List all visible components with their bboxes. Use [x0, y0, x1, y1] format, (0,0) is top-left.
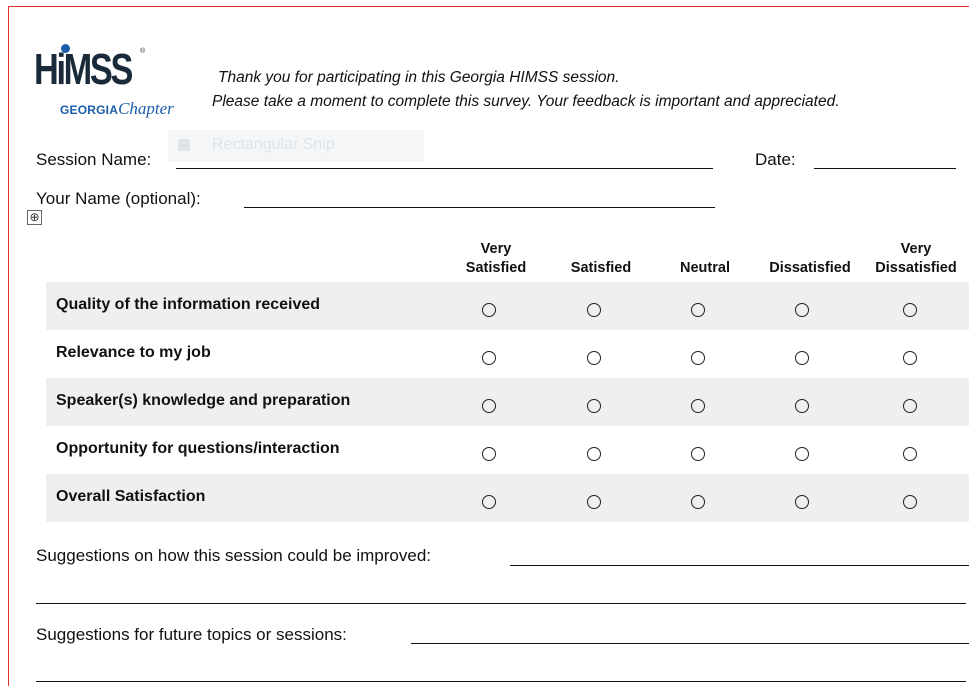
- header-dissatisfied: Dissatisfied: [769, 260, 851, 276]
- radio-satisfied[interactable]: [587, 447, 601, 461]
- question-label: Quality of the information received: [56, 296, 321, 313]
- radio-very-satisfied[interactable]: [482, 447, 496, 461]
- logo-dot: [61, 44, 70, 53]
- suggestions-future-label: Suggestions for future topics or session…: [36, 625, 347, 644]
- table-move-handle-icon[interactable]: ⊕: [27, 210, 42, 225]
- your-name-label: Your Name (optional):: [36, 189, 201, 208]
- question-row: Opportunity for questions/interaction: [46, 426, 969, 474]
- radio-dissatisfied[interactable]: [795, 303, 809, 317]
- question-row: Overall Satisfaction: [46, 474, 969, 522]
- radio-dissatisfied[interactable]: [795, 447, 809, 461]
- suggestions-improve-field-line-2[interactable]: [36, 603, 966, 604]
- radio-very-satisfied[interactable]: [482, 303, 496, 317]
- question-label: Opportunity for questions/interaction: [56, 440, 340, 457]
- header-very-satisfied: Very Satisfied: [465, 241, 527, 276]
- radio-very-satisfied[interactable]: [482, 399, 496, 413]
- snip-label: Rectangular Snip: [212, 136, 335, 153]
- question-label: Relevance to my job: [56, 344, 211, 361]
- radio-neutral[interactable]: [691, 495, 705, 509]
- question-row: Relevance to my job: [46, 330, 969, 378]
- radio-dissatisfied[interactable]: [795, 495, 809, 509]
- logo-chapter: Chapter: [118, 99, 174, 118]
- session-name-label: Session Name:: [36, 150, 152, 169]
- session-name-field[interactable]: [176, 168, 713, 169]
- snip-icon: [178, 139, 190, 151]
- radio-very-dissatisfied[interactable]: [903, 399, 917, 413]
- radio-satisfied[interactable]: [587, 303, 601, 317]
- intro-line-2: Please take a moment to complete this su…: [212, 93, 840, 110]
- suggestions-future-field-line-2[interactable]: [36, 681, 966, 682]
- radio-neutral[interactable]: [691, 399, 705, 413]
- question-label: Speaker(s) knowledge and preparation: [56, 392, 351, 409]
- radio-very-dissatisfied[interactable]: [903, 495, 917, 509]
- date-field[interactable]: [814, 168, 956, 169]
- your-name-field[interactable]: [244, 207, 715, 208]
- logo-trademark: ®: [140, 48, 146, 55]
- radio-very-dissatisfied[interactable]: [903, 447, 917, 461]
- radio-very-dissatisfied[interactable]: [903, 303, 917, 317]
- logo-wordmark: HiMSS: [34, 45, 133, 94]
- radio-very-dissatisfied[interactable]: [903, 351, 917, 365]
- date-label: Date:: [755, 150, 796, 169]
- suggestions-improve-label: Suggestions on how this session could be…: [36, 546, 432, 565]
- rectangular-snip-tooltip[interactable]: Rectangular Snip: [168, 130, 424, 162]
- question-row: Speaker(s) knowledge and preparation: [46, 378, 969, 426]
- radio-neutral[interactable]: [691, 447, 705, 461]
- header-satisfied: Satisfied: [570, 260, 632, 276]
- radio-very-satisfied[interactable]: [482, 495, 496, 509]
- radio-neutral[interactable]: [691, 351, 705, 365]
- radio-satisfied[interactable]: [587, 351, 601, 365]
- header-very-dissatisfied: Very Dissatisfied: [875, 241, 957, 276]
- intro-text: Thank you for participating in this Geor…: [212, 66, 840, 114]
- logo-georgia: GEORGIA: [60, 103, 119, 117]
- suggestions-future-field[interactable]: [411, 643, 969, 644]
- header-neutral: Neutral: [680, 260, 730, 276]
- logo-subtitle: GEORGIAChapter: [60, 99, 174, 119]
- question-label: Overall Satisfaction: [56, 488, 206, 505]
- radio-dissatisfied[interactable]: [795, 399, 809, 413]
- radio-satisfied[interactable]: [587, 495, 601, 509]
- suggestions-improve-field[interactable]: [510, 565, 969, 566]
- radio-very-satisfied[interactable]: [482, 351, 496, 365]
- radio-neutral[interactable]: [691, 303, 705, 317]
- intro-line-1: Thank you for participating in this Geor…: [218, 69, 620, 86]
- radio-dissatisfied[interactable]: [795, 351, 809, 365]
- himss-georgia-logo: HiMSS ® GEORGIAChapter: [34, 44, 199, 123]
- question-row: Quality of the information received: [46, 282, 969, 330]
- radio-satisfied[interactable]: [587, 399, 601, 413]
